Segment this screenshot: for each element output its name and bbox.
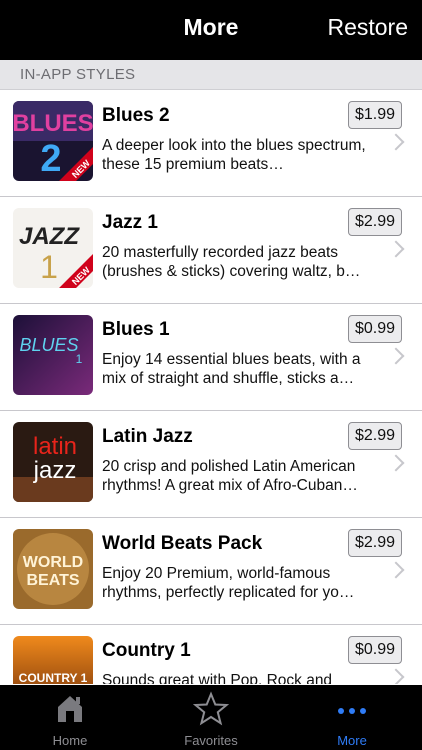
price-button[interactable]: $0.99 — [347, 636, 402, 664]
jazz-1-thumbnail: JAZZ 1 NEW — [13, 208, 93, 288]
tab-label: Favorites — [184, 733, 238, 748]
thumb-number: 1 — [40, 249, 58, 285]
world-beats-thumbnail: WORLD BEATS — [13, 529, 93, 609]
styles-list[interactable]: BLUES 2 NEW Blues 2 A deeper look into t… — [0, 90, 422, 684]
thumb-number: 1 — [76, 352, 83, 366]
item-description: 20 masterfully recorded jazz beats (brus… — [102, 244, 361, 280]
country-1-thumbnail: COUNTRY 1 — [13, 636, 93, 684]
item-title: Blues 1 — [102, 319, 170, 340]
list-item[interactable]: COUNTRY 1 Country 1 Sounds great with Po… — [0, 625, 422, 684]
price-button[interactable]: $0.99 — [347, 315, 402, 343]
latin-jazz-thumbnail: latin jazz — [13, 422, 93, 502]
thumb-text: latin — [33, 433, 77, 460]
list-item[interactable]: latin jazz Latin Jazz 20 crisp and polis… — [0, 411, 422, 518]
item-description: 20 crisp and polished Latin American rhy… — [102, 458, 358, 494]
item-title: Latin Jazz — [102, 426, 193, 447]
blues-1-thumbnail: BLUES 1 — [13, 315, 93, 395]
price-button[interactable]: $2.99 — [347, 208, 402, 236]
list-item[interactable]: JAZZ 1 NEW Jazz 1 20 masterfully recorde… — [0, 197, 422, 304]
thumb-number: 2 — [40, 138, 61, 180]
thumb-text: BLUES — [13, 110, 93, 137]
chevron-right-icon — [387, 240, 405, 258]
tab-more[interactable]: More — [282, 685, 422, 750]
more-icon — [338, 708, 366, 714]
price-button[interactable]: $2.99 — [347, 422, 402, 450]
navigation-bar: More Restore — [0, 0, 422, 60]
chevron-right-icon — [387, 561, 405, 579]
chevron-right-icon — [387, 454, 405, 472]
star-icon — [193, 691, 229, 726]
item-title: Blues 2 — [102, 105, 170, 126]
item-description: Enjoy 20 Premium, world-famous rhythms, … — [102, 565, 355, 601]
restore-button[interactable]: Restore — [327, 14, 408, 41]
tab-label: More — [337, 733, 367, 748]
thumb-text: JAZZ — [19, 223, 80, 250]
price-button[interactable]: $2.99 — [347, 529, 402, 557]
section-header-label: IN-APP STYLES — [20, 66, 136, 83]
tab-favorites[interactable]: Favorites — [141, 685, 281, 750]
item-description: Enjoy 14 essential blues beats, with a m… — [102, 351, 361, 387]
home-icon — [58, 696, 82, 722]
item-description: Sounds great with Pop, Rock and — [102, 672, 333, 684]
thumb-text: BLUES — [19, 335, 78, 355]
item-title: World Beats Pack — [102, 533, 263, 554]
tab-label: Home — [52, 733, 88, 748]
chevron-right-icon — [387, 133, 405, 151]
tab-bar: Home Favorites More — [0, 685, 422, 750]
list-item[interactable]: WORLD BEATS World Beats Pack Enjoy 20 Pr… — [0, 518, 422, 625]
thumb-text-2: jazz — [33, 457, 77, 484]
section-header: IN-APP STYLES — [0, 60, 422, 90]
item-title: Country 1 — [102, 640, 191, 661]
thumb-text-2: BEATS — [26, 572, 79, 589]
blues-2-thumbnail: BLUES 2 NEW — [13, 101, 93, 181]
thumb-text: COUNTRY 1 — [19, 671, 88, 684]
chevron-right-icon — [387, 668, 405, 684]
chevron-right-icon — [387, 347, 405, 365]
tab-home[interactable]: Home — [0, 685, 140, 750]
item-title: Jazz 1 — [102, 212, 158, 233]
item-description: A deeper look into the blues spectrum, t… — [102, 137, 366, 173]
thumb-text: WORLD — [23, 554, 83, 571]
list-item[interactable]: BLUES 2 NEW Blues 2 A deeper look into t… — [0, 90, 422, 197]
price-button[interactable]: $1.99 — [347, 101, 402, 129]
list-item[interactable]: BLUES 1 Blues 1 Enjoy 14 essential blues… — [0, 304, 422, 411]
